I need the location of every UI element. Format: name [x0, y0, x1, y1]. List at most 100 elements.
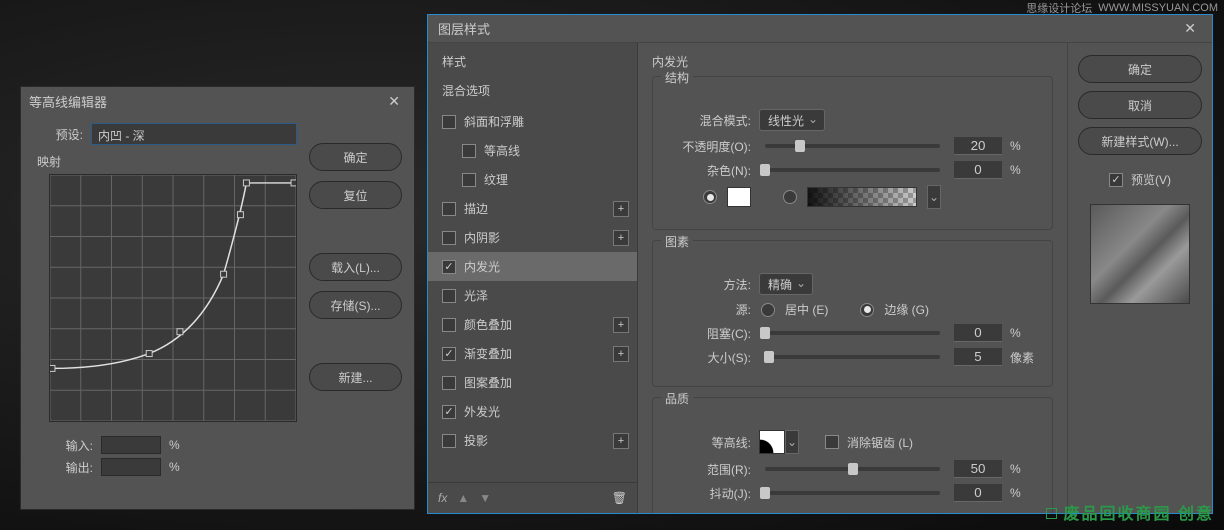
range-label: 范围(R): [665, 461, 751, 478]
style-drop-shadow[interactable]: 投影+ [428, 426, 637, 455]
elements-label: 图素 [661, 233, 693, 250]
jitter-input[interactable] [954, 484, 1002, 502]
style-contour[interactable]: 等高线 [428, 136, 637, 165]
blend-mode-select[interactable]: 线性光 [759, 109, 825, 131]
choke-input[interactable] [954, 324, 1002, 342]
plus-icon[interactable]: + [613, 230, 629, 246]
curve-editor[interactable] [49, 174, 297, 422]
contour-label: 等高线: [665, 434, 751, 451]
size-label: 大小(S): [665, 349, 751, 366]
jitter-label: 抖动(J): [665, 485, 751, 502]
trash-icon[interactable]: 🗑 [612, 491, 627, 505]
reset-button[interactable]: 复位 [309, 181, 402, 209]
checkbox[interactable] [442, 434, 456, 448]
source-edge-label: 边缘 (G) [884, 301, 929, 318]
layer-title: 图层样式 [438, 19, 490, 38]
technique-select[interactable]: 精确 [759, 273, 813, 295]
style-bevel-emboss[interactable]: 斜面和浮雕 [428, 107, 637, 136]
style-inner-shadow[interactable]: 内阴影+ [428, 223, 637, 252]
choke-slider[interactable] [765, 331, 940, 335]
style-satin[interactable]: 光泽 [428, 281, 637, 310]
style-texture[interactable]: 纹理 [428, 165, 637, 194]
arrow-down-icon[interactable]: ▼ [479, 491, 491, 505]
close-icon[interactable]: ✕ [382, 91, 406, 112]
source-label: 源: [665, 301, 751, 318]
opacity-slider[interactable] [765, 144, 940, 148]
opacity-input[interactable] [954, 137, 1002, 155]
plus-icon[interactable]: + [613, 201, 629, 217]
style-color-overlay[interactable]: 颜色叠加+ [428, 310, 637, 339]
noise-slider[interactable] [765, 168, 940, 172]
output-unit: % [169, 460, 180, 474]
fx-menu[interactable]: fx [438, 491, 447, 505]
mapping-label: 映射 [37, 153, 297, 170]
antialias-checkbox[interactable] [825, 435, 839, 449]
arrow-up-icon[interactable]: ▲ [457, 491, 469, 505]
contour-swatch[interactable] [759, 430, 785, 454]
contour-dropdown[interactable]: ⌄ [785, 430, 799, 454]
color-swatch[interactable] [727, 187, 751, 207]
color-radio[interactable] [703, 190, 717, 204]
gradient-radio[interactable] [783, 190, 797, 204]
input-label: 输入: [53, 437, 93, 454]
jitter-slider[interactable] [765, 491, 940, 495]
preview-checkbox[interactable] [1109, 173, 1123, 187]
style-pattern-overlay[interactable]: 图案叠加 [428, 368, 637, 397]
settings-panel: 内发光 结构 混合模式: 线性光 不透明度(O): % 杂色(N): [638, 43, 1067, 513]
range-input[interactable] [954, 460, 1002, 478]
style-stroke[interactable]: 描边+ [428, 194, 637, 223]
save-button[interactable]: 存储(S)... [309, 291, 402, 319]
ok-button[interactable]: 确定 [1078, 55, 1202, 83]
blend-options[interactable]: 混合选项 [428, 76, 637, 107]
contour-editor-dialog: 等高线编辑器 ✕ 预设: 内凹 - 深 映射 [20, 86, 415, 510]
input-field[interactable] [101, 436, 161, 454]
plus-icon[interactable]: + [613, 317, 629, 333]
style-outer-glow[interactable]: 外发光 [428, 397, 637, 426]
checkbox[interactable] [442, 289, 456, 303]
right-column: 确定 取消 新建样式(W)... 预览(V) [1067, 43, 1212, 513]
checkbox[interactable] [442, 376, 456, 390]
opacity-label: 不透明度(O): [665, 138, 751, 155]
style-gradient-overlay[interactable]: 渐变叠加+ [428, 339, 637, 368]
checkbox[interactable] [462, 144, 476, 158]
output-label: 输出: [53, 459, 93, 476]
preview-label: 预览(V) [1131, 171, 1171, 188]
preset-select[interactable]: 内凹 - 深 [91, 123, 297, 145]
source-edge-radio[interactable] [860, 303, 874, 317]
checkbox[interactable] [442, 347, 456, 361]
noise-label: 杂色(N): [665, 162, 751, 179]
new-style-button[interactable]: 新建样式(W)... [1078, 127, 1202, 155]
antialias-label: 消除锯齿 (L) [847, 434, 913, 451]
styles-header[interactable]: 样式 [428, 43, 637, 76]
style-inner-glow[interactable]: 内发光 [428, 252, 637, 281]
preset-label: 预设: [33, 126, 83, 143]
layer-titlebar[interactable]: 图层样式 ✕ [428, 15, 1212, 43]
output-field[interactable] [101, 458, 161, 476]
size-slider[interactable] [765, 355, 940, 359]
gradient-dropdown[interactable]: ⌄ [927, 185, 941, 209]
source-center-radio[interactable] [761, 303, 775, 317]
checkbox[interactable] [442, 260, 456, 274]
new-button[interactable]: 新建... [309, 363, 402, 391]
checkbox[interactable] [462, 173, 476, 187]
size-input[interactable] [954, 348, 1002, 366]
range-slider[interactable] [765, 467, 940, 471]
checkbox[interactable] [442, 231, 456, 245]
input-unit: % [169, 438, 180, 452]
checkbox[interactable] [442, 318, 456, 332]
contour-title: 等高线编辑器 [29, 92, 107, 111]
load-button[interactable]: 载入(L)... [309, 253, 402, 281]
technique-label: 方法: [665, 276, 751, 293]
panel-title: 内发光 [652, 53, 1053, 70]
checkbox[interactable] [442, 202, 456, 216]
checkbox[interactable] [442, 115, 456, 129]
checkbox[interactable] [442, 405, 456, 419]
plus-icon[interactable]: + [613, 433, 629, 449]
plus-icon[interactable]: + [613, 346, 629, 362]
cancel-button[interactable]: 取消 [1078, 91, 1202, 119]
close-icon[interactable]: ✕ [1178, 18, 1202, 39]
contour-titlebar[interactable]: 等高线编辑器 ✕ [21, 87, 414, 115]
ok-button[interactable]: 确定 [309, 143, 402, 171]
noise-input[interactable] [954, 161, 1002, 179]
gradient-swatch[interactable] [807, 187, 917, 207]
